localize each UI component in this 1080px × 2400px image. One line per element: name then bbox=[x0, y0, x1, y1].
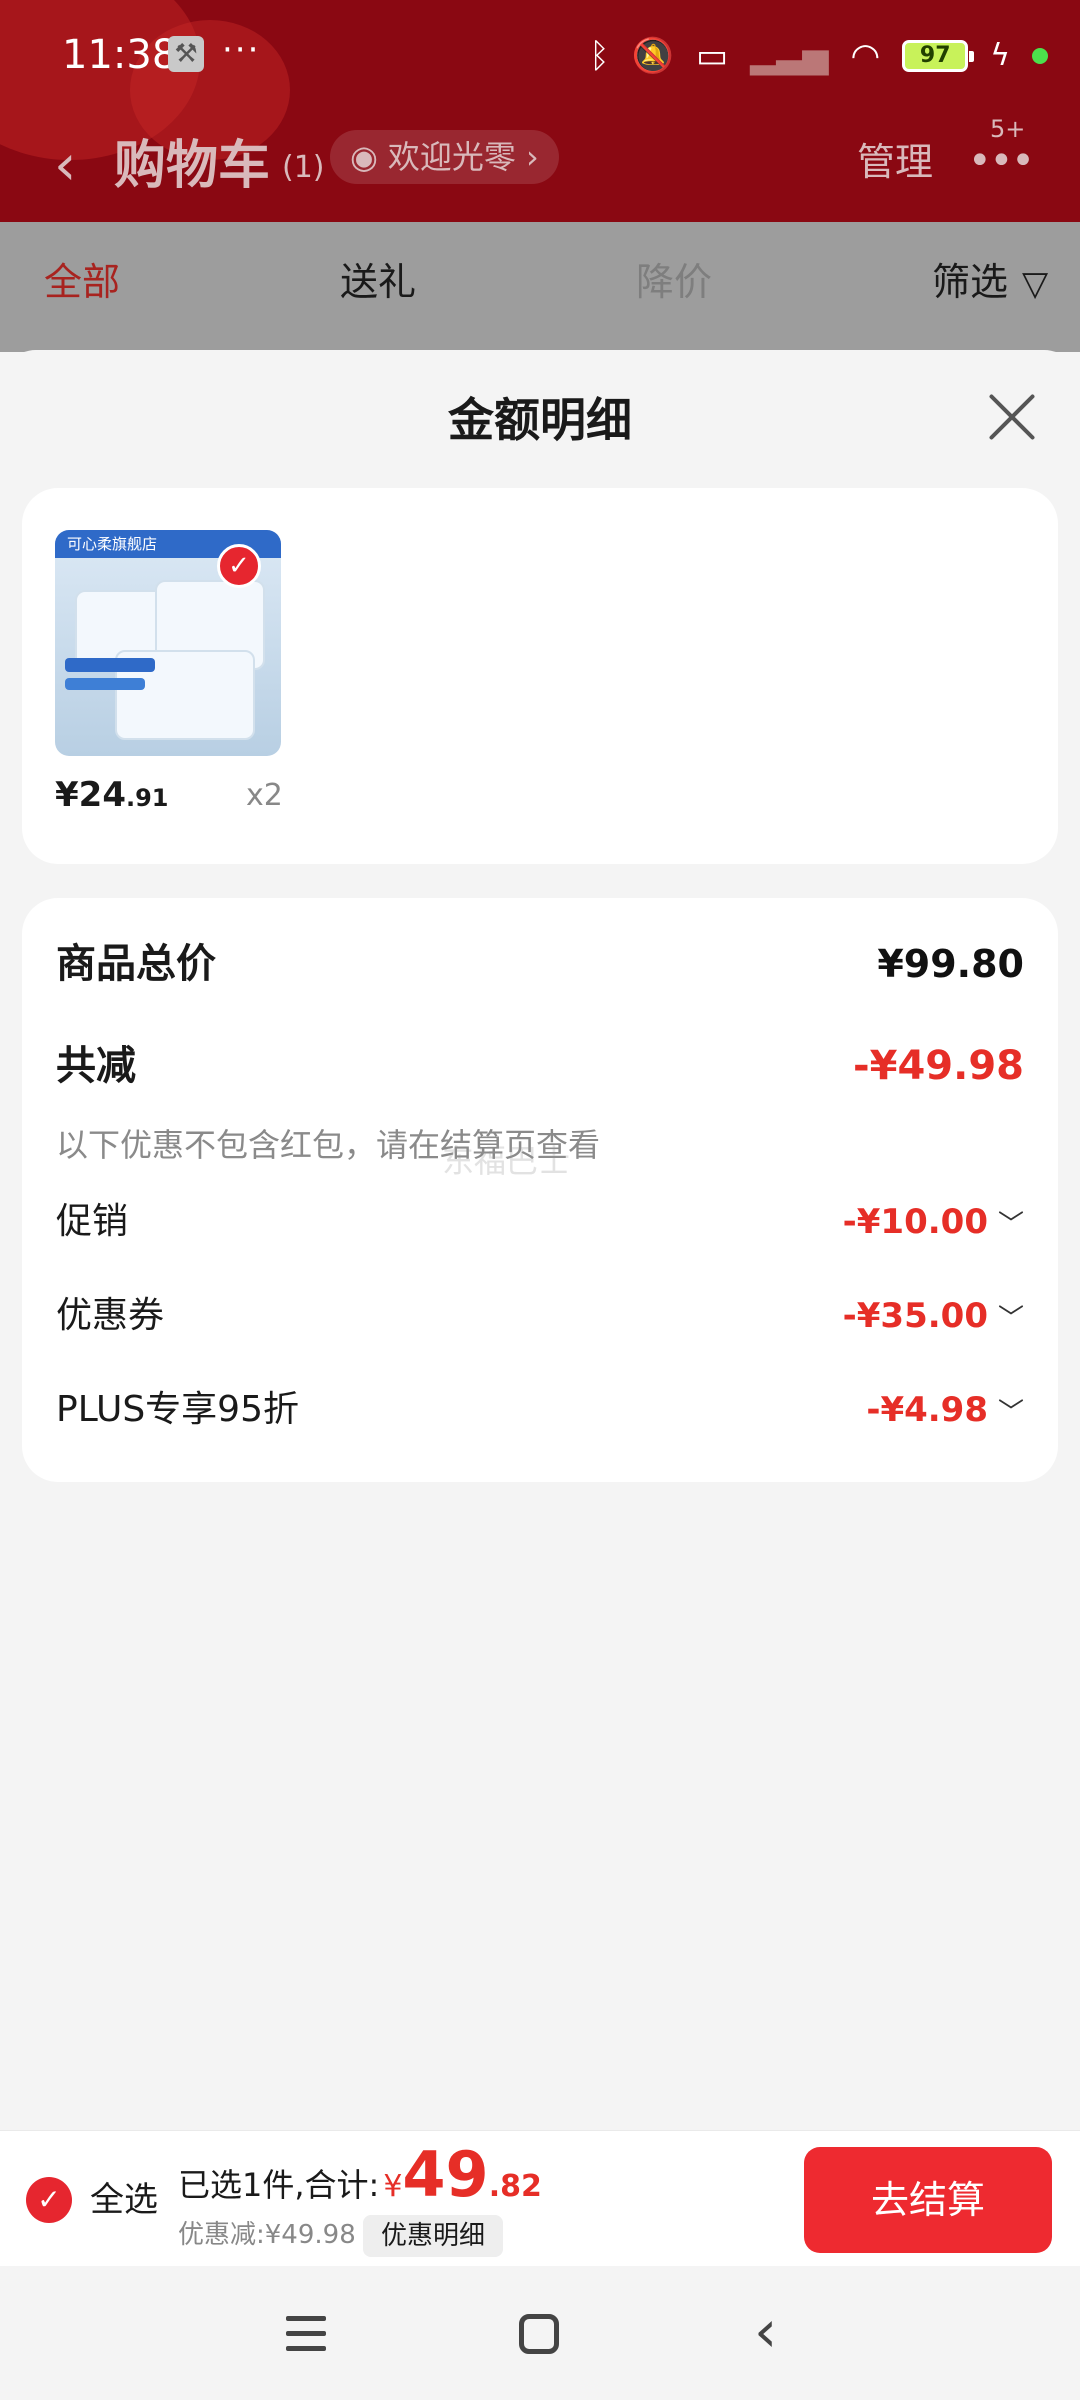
chevron-right-icon: › bbox=[525, 138, 539, 176]
back-nav-icon[interactable]: ‹ bbox=[754, 2296, 777, 2366]
unit-price-dec: .91 bbox=[125, 784, 169, 812]
product-card: 可心柔旗舰店 ✓ ¥24.91 x2 bbox=[22, 488, 1058, 864]
total-price-value: ¥99.80 bbox=[877, 942, 1024, 986]
welcome-chip[interactable]: ◉ 欢迎光零 › bbox=[330, 130, 559, 184]
coupon-label: 优惠券 bbox=[56, 1295, 165, 1336]
discount-detail-button[interactable]: 优惠明细 bbox=[363, 2215, 504, 2257]
unit-price-int: ¥24 bbox=[55, 775, 126, 815]
plus-discount-value-row[interactable]: -¥4.98 ﹀ bbox=[866, 1382, 1024, 1441]
status-icons: ᛒ 🔕 ▭ ▂▃▅ ◠ 97 ϟ bbox=[589, 34, 1048, 78]
bluetooth-icon: ᛒ bbox=[589, 36, 610, 76]
plus-discount-label: PLUS专享95折 bbox=[56, 1389, 299, 1430]
tab-gift[interactable]: 送礼 bbox=[340, 252, 416, 312]
filter-icon: ▽ bbox=[1022, 264, 1049, 304]
close-icon[interactable] bbox=[987, 392, 1037, 442]
coupon-value-row[interactable]: -¥35.00 ﹀ bbox=[843, 1288, 1024, 1347]
eye-icon: ◉ bbox=[350, 138, 378, 176]
total-reduce-label: 共减 bbox=[56, 1043, 136, 1089]
chevron-down-icon: ﹀ bbox=[997, 1304, 1024, 1334]
coupon-value: -¥35.00 bbox=[842, 1296, 988, 1336]
status-more-dots: ··· bbox=[222, 30, 261, 70]
cart-count: (1) bbox=[282, 150, 325, 185]
privacy-indicator-icon bbox=[1032, 48, 1048, 64]
total-price-label: 商品总价 bbox=[56, 941, 216, 987]
charging-icon: ϟ bbox=[990, 38, 1010, 73]
select-all-label[interactable]: 全选 bbox=[90, 2173, 158, 2227]
promo-value: -¥10.00 bbox=[842, 1202, 988, 1242]
watermark: 东福巴士 bbox=[442, 1142, 571, 1180]
status-time: 11:38 bbox=[62, 32, 178, 78]
price-breakdown-card: 商品总价 ¥99.80 共减 -¥49.98 以下优惠不包含红包，请在结算页查看… bbox=[22, 898, 1058, 1482]
total-amount-int: 49 bbox=[402, 2138, 489, 2211]
checkout-button[interactable]: 去结算 bbox=[804, 2147, 1052, 2253]
more-badge: 5+ bbox=[990, 115, 1026, 143]
promo-label: 促销 bbox=[56, 1201, 129, 1242]
plus-discount-value: -¥4.98 bbox=[866, 1390, 988, 1430]
sheet-title: 金额明细 bbox=[448, 393, 632, 447]
tab-filter[interactable]: 筛选 ▽ bbox=[932, 252, 1048, 314]
wrench-icon: ⚒ bbox=[168, 36, 204, 72]
product-pack-label bbox=[65, 658, 155, 672]
product-pack-label bbox=[65, 678, 145, 690]
battery-icon: 97 bbox=[902, 40, 975, 72]
total-summary: 已选1件,合计: ¥ 49 .82 bbox=[178, 2143, 542, 2207]
signal-icon: ▂▃▅ bbox=[750, 36, 829, 76]
menu-icon[interactable] bbox=[286, 2316, 326, 2352]
unit-price: ¥24.91 bbox=[55, 770, 169, 823]
chevron-down-icon: ﹀ bbox=[997, 1398, 1024, 1428]
mute-icon: 🔕 bbox=[631, 36, 674, 76]
quantity: x2 bbox=[246, 778, 283, 813]
cart-tabs: 全部 送礼 降价 筛选 ▽ bbox=[0, 222, 1080, 352]
cart-nav: ‹ 购物车 (1) ◉ 欢迎光零 › 管理 ••• 5+ bbox=[0, 110, 1080, 222]
manage-button[interactable]: 管理 bbox=[857, 132, 933, 192]
check-icon: ✓ bbox=[217, 544, 261, 588]
status-bar: 11:38 ⚒ ··· ᛒ 🔕 ▭ ▂▃▅ ◠ 97 ϟ bbox=[0, 0, 1080, 110]
system-nav-bar: ‹ bbox=[0, 2266, 1080, 2400]
promo-value-row[interactable]: -¥10.00 ﹀ bbox=[843, 1194, 1024, 1253]
welcome-label: 欢迎光零 bbox=[387, 138, 516, 176]
chevron-down-icon: ﹀ bbox=[997, 1210, 1024, 1240]
more-icon[interactable]: ••• bbox=[968, 138, 1035, 184]
price-detail-sheet: 金额明细 可心柔旗舰店 ✓ ¥24.91 x2 商品总价 ¥99.80 共减 -… bbox=[0, 350, 1080, 2130]
checkout-bar: ✓ 全选 已选1件,合计: ¥ 49 .82 优惠减:¥49.98 优惠明细 去… bbox=[0, 2130, 1080, 2266]
wifi-icon: ◠ bbox=[850, 36, 881, 76]
laptop-icon: ▭ bbox=[695, 36, 729, 76]
total-currency: ¥ bbox=[383, 2169, 403, 2204]
selected-summary: 已选1件,合计: bbox=[178, 2166, 380, 2204]
total-reduce-value: -¥49.98 bbox=[853, 1043, 1024, 1089]
discount-summary: 优惠减:¥49.98 bbox=[178, 2220, 356, 2250]
tab-price-drop[interactable]: 降价 bbox=[636, 252, 712, 312]
page-title: 购物车 bbox=[114, 136, 271, 196]
back-icon[interactable]: ‹ bbox=[54, 128, 76, 204]
tab-all[interactable]: 全部 bbox=[44, 252, 120, 312]
home-icon[interactable] bbox=[519, 2314, 559, 2354]
cart-header: 11:38 ⚒ ··· ᛒ 🔕 ▭ ▂▃▅ ◠ 97 ϟ ‹ 购物车 (1) ◉… bbox=[0, 0, 1080, 222]
product-thumbnail[interactable]: 可心柔旗舰店 ✓ bbox=[55, 530, 281, 756]
total-amount-dec: .82 bbox=[488, 2169, 542, 2204]
filter-label: 筛选 bbox=[932, 260, 1009, 304]
select-all-checkbox[interactable]: ✓ bbox=[26, 2177, 72, 2223]
